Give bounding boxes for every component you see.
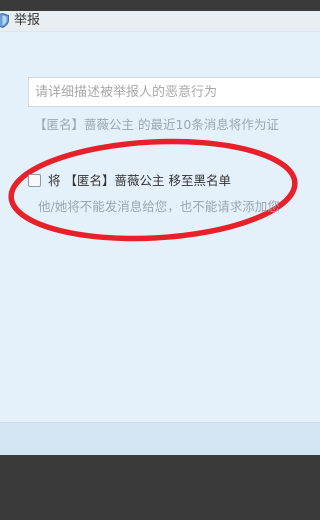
highlight-ellipse: [8, 138, 298, 242]
report-dialog: 举报 【匿名】蔷薇公主 的最近10条消息将作为证 将 【匿名】蔷薇公主 移至黑名…: [0, 11, 320, 455]
report-reason-input[interactable]: [28, 77, 320, 107]
dialog-footer: [0, 422, 320, 455]
blacklist-label[interactable]: 将 【匿名】蔷薇公主 移至黑名单: [48, 172, 231, 189]
blacklist-checkbox[interactable]: [28, 174, 41, 187]
top-frame: [0, 0, 320, 11]
blacklist-note: 他/她将不能发消息给您，也不能请求添加您: [38, 199, 280, 214]
shield-icon: [0, 12, 9, 29]
dialog-title: 举报: [14, 13, 41, 28]
title-bar: 举报: [0, 11, 320, 32]
